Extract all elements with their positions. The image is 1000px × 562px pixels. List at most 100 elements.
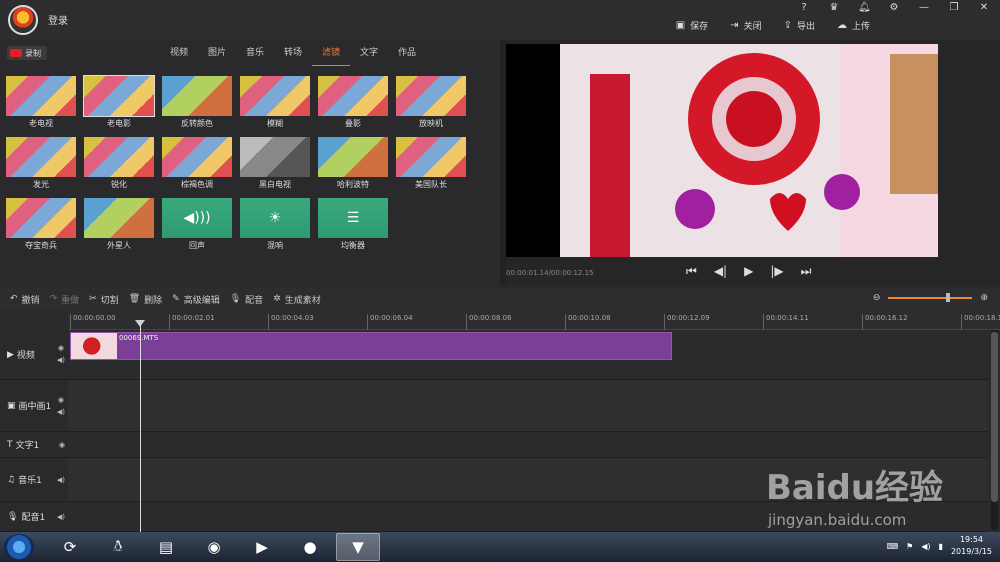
scissors-icon: ✂ [89,294,97,304]
timeline-scrollbar[interactable] [991,330,998,530]
tab-works[interactable]: 作品 [388,40,426,66]
tab-filter[interactable]: 滤镜 [312,40,350,66]
filter-tile[interactable]: 黑白电视 [240,137,310,190]
filter-tile[interactable]: 老电视 [6,76,76,129]
filter-label: 棕褐色调 [181,180,213,189]
eye-icon[interactable]: ◉ ◀) [57,394,65,418]
filter-tile[interactable]: 夺宝奇兵 [6,198,76,251]
video-clip[interactable]: 00069.MTS [70,332,672,360]
video-preview [506,44,938,257]
filter-tile[interactable]: 棕褐色调 [162,137,232,190]
play-icon[interactable]: ▶ [744,264,753,279]
tab-image[interactable]: 图片 [198,40,236,66]
vip-icon[interactable]: ♛ [828,2,840,13]
video-app-icon[interactable]: ▶ [240,533,284,561]
gear-icon[interactable]: ⚙ [888,2,900,13]
step-back-icon[interactable]: ◀| [714,264,727,279]
filter-label: 发光 [33,180,49,189]
track-label: 画中画1 [18,402,52,412]
edit-toolbar: ↶ 撤销 ↷ 重做 ✂ 切割 🗑︎ 删除 ✎ 高级编辑 🎙︎ 配音 ✲ 生成素材 ⊖ ⊕ [0,288,1000,310]
redo-icon: ↷ [49,294,58,304]
clock[interactable]: 19:54 2019/3/15 [951,534,992,558]
step-forward-icon[interactable]: |▶ [770,264,783,279]
track-pip[interactable] [68,380,988,432]
zoom-out-icon[interactable]: ⊖ [873,293,881,303]
record-app-icon[interactable]: ● [288,533,332,561]
login-link[interactable]: 登录 [48,12,68,27]
firefox-icon[interactable]: ◉ [192,533,236,561]
filter-tile[interactable]: 放映机 [396,76,466,129]
filter-tile[interactable]: 锐化 [84,137,154,190]
track-header-video: ▶ 视频 ◉ ◀) [0,330,68,380]
generate-button[interactable]: ✲ 生成素材 [273,293,321,306]
network-icon[interactable]: ▮ [939,542,943,551]
filter-label: 模糊 [267,119,283,128]
cut-button[interactable]: ✂ 切割 [89,293,119,306]
tab-transition[interactable]: 转场 [274,40,312,66]
undo-button[interactable]: ↶ 撤销 [10,293,40,306]
zoom-in-icon[interactable]: ⊕ [980,293,988,303]
zoom-slider-handle[interactable] [946,293,951,302]
dub-button[interactable]: 🎙︎ 配音 [230,293,263,306]
eye-icon[interactable]: ◉ ◀) [57,342,65,366]
file-explorer-icon[interactable]: ▤ [144,533,188,561]
filter-tile[interactable]: 反转颜色 [162,76,232,129]
keyboard-icon[interactable]: ⌨ [887,542,899,551]
speaker-icon[interactable]: ◀) [921,542,930,551]
filter-thumbnail [84,198,154,238]
filter-label: 锐化 [111,180,127,189]
export-button[interactable]: ⇪ 导出 [784,19,815,32]
track-text[interactable] [68,432,988,458]
skip-end-icon[interactable]: ⏭ [801,264,812,279]
filter-tile[interactable]: 美国队长 [396,137,466,190]
help-icon[interactable]: ? [798,2,810,13]
filter-tile[interactable]: 外星人 [84,198,154,251]
filter-tile[interactable]: 老电影 [83,75,155,129]
advanced-edit-button[interactable]: ✎ 高级编辑 [172,293,220,306]
close-button[interactable]: ⇥ 关闭 [730,19,761,32]
preview-image [560,44,938,257]
ruler-tick: 00:00:00.00 [70,314,116,330]
video-editor-task-icon[interactable]: ▼ [336,533,380,561]
filter-tile[interactable]: ◀))) 回声 [162,198,232,251]
ruler-tick: 00:00:16.12 [862,314,908,330]
filter-tile[interactable]: ☰ 均衡器 [318,198,388,251]
speaker-icon[interactable]: ◀) [57,511,65,523]
close-icon[interactable]: ✕ [978,2,990,13]
tab-text[interactable]: 文字 [350,40,388,66]
filter-tile[interactable]: 发光 [6,137,76,190]
close-label: 关闭 [743,22,762,32]
speaker-icon[interactable]: ◀) [57,474,65,486]
skip-start-icon[interactable]: ⏮ [686,264,697,279]
tab-video[interactable]: 视频 [160,40,198,66]
record-button[interactable]: 录制 [7,46,47,60]
filter-label: 老电视 [29,119,53,128]
start-button[interactable] [4,534,34,560]
restore-icon[interactable]: ❐ [948,2,960,13]
filter-tile[interactable]: ☀ 混响 [240,198,310,251]
track-video[interactable]: 00069.MTS [68,330,988,380]
flag-icon[interactable]: ⚑ [906,542,913,551]
playback-controls: ⏮ ◀| ▶ |▶ ⏭ [686,264,811,279]
green-refresh-icon[interactable]: ⟳ [48,533,92,561]
tab-music[interactable]: 音乐 [236,40,274,66]
filter-thumbnail [240,137,310,177]
track-header-pip: ▣ 画中画1 ◉ ◀) [0,380,68,432]
upload-button[interactable]: ☁ 上传 [837,19,870,32]
minimize-icon[interactable]: — [918,2,930,13]
redo-button[interactable]: ↷ 重做 [50,293,80,306]
eye-icon[interactable]: ◉ [59,439,65,451]
time-ruler[interactable]: 00:00:00.00 00:00:02.01 00:00:04.03 00:0… [68,310,1000,330]
delete-button[interactable]: 🗑︎ 删除 [129,293,162,306]
filter-label: 均衡器 [341,241,365,250]
zoom-slider[interactable] [888,293,973,302]
qq-icon[interactable]: 🐧︎ [96,533,140,561]
scrollbar-thumb[interactable] [991,332,998,502]
filter-tile[interactable]: 哈利波特 [318,137,388,190]
filter-tile[interactable]: 模糊 [240,76,310,129]
filter-tile[interactable]: 叠影 [318,76,388,129]
track-label: 视频 [16,351,35,361]
bell-icon[interactable]: 🔔︎ [858,2,871,13]
playhead-line[interactable] [140,320,141,532]
save-button[interactable]: ▣ 保存 [676,19,708,32]
